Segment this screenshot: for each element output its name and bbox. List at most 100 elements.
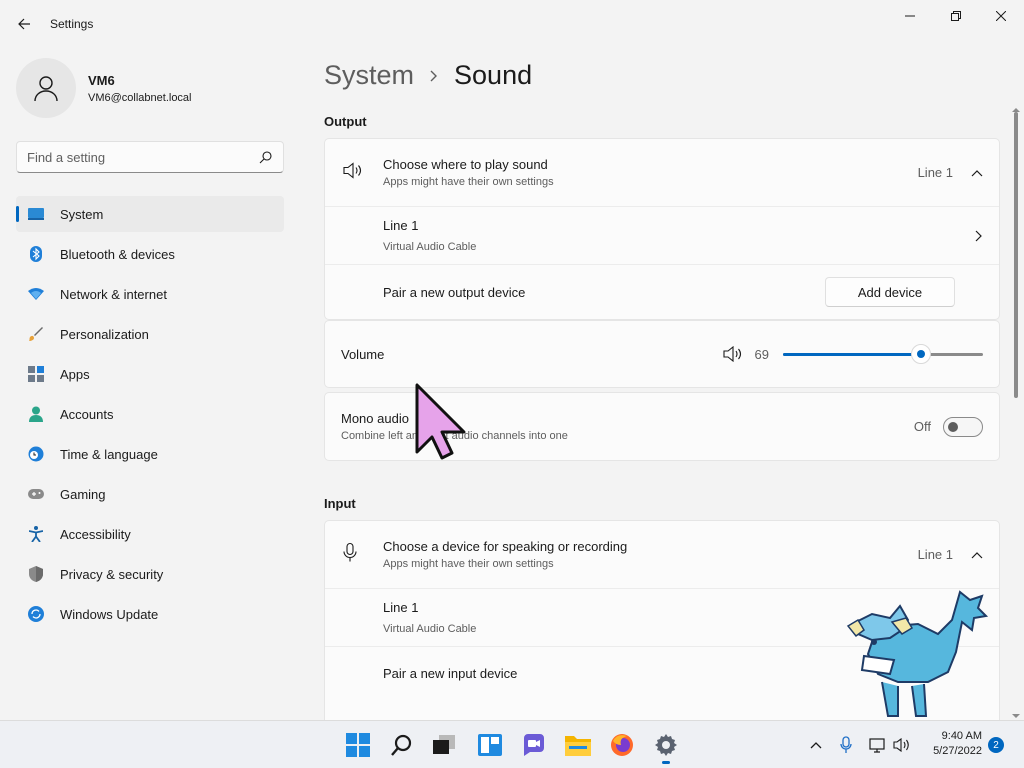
sidebar-item-label: Accounts	[60, 406, 114, 422]
sidebar-item-privacy[interactable]: Privacy & security	[16, 556, 284, 592]
sidebar-item-windows-update[interactable]: Windows Update	[16, 596, 284, 632]
add-device-button[interactable]: Add device	[825, 277, 955, 307]
volume-label: Volume	[341, 346, 385, 362]
shield-icon	[28, 566, 44, 582]
sidebar-item-accessibility[interactable]: Accessibility	[16, 516, 284, 552]
sidebar-item-label: Privacy & security	[60, 566, 164, 582]
sidebar-item-label: Apps	[60, 366, 90, 382]
minimize-icon	[905, 15, 915, 17]
sidebar-item-time-language[interactable]: Time & language	[16, 436, 284, 472]
mouse-cursor-icon	[414, 382, 468, 467]
accessibility-icon	[28, 526, 44, 542]
bluetooth-icon	[28, 246, 44, 262]
toggle-knob	[948, 421, 958, 432]
slider-fill	[783, 353, 921, 356]
scrollbar-thumb[interactable]	[1014, 112, 1018, 398]
slider-thumb[interactable]	[911, 344, 931, 364]
output-section-label: Output	[324, 114, 367, 129]
firefox-icon[interactable]	[606, 729, 638, 761]
sidebar: VM6 VM6@collabnet.local System Bluetooth…	[0, 48, 300, 720]
volume-icon[interactable]	[888, 729, 916, 761]
chat-icon[interactable]	[518, 729, 550, 761]
choose-input-row[interactable]: Choose a device for speaking or recordin…	[325, 521, 999, 589]
input-device-subtitle: Virtual Audio Cable	[383, 623, 477, 635]
restore-icon	[951, 11, 961, 21]
search-icon[interactable]	[386, 729, 418, 761]
speaker-icon	[343, 161, 363, 183]
search-box[interactable]	[16, 141, 284, 173]
wifi-icon	[28, 286, 44, 302]
chevron-right-icon	[975, 230, 983, 242]
sidebar-item-bluetooth[interactable]: Bluetooth & devices	[16, 236, 284, 272]
microphone-icon[interactable]	[832, 729, 860, 761]
pair-output-row: Pair a new output device Add device	[325, 265, 999, 319]
choose-output-title: Choose where to play sound	[383, 157, 548, 172]
choose-output-row[interactable]: Choose where to play sound Apps might ha…	[325, 139, 999, 207]
choose-input-title: Choose a device for speaking or recordin…	[383, 539, 628, 554]
input-device-value: Line 1	[917, 547, 953, 562]
close-icon	[996, 11, 1006, 21]
chevron-up-icon[interactable]	[802, 729, 830, 761]
sidebar-item-label: Personalization	[60, 326, 149, 342]
chevron-up-icon[interactable]	[971, 551, 983, 559]
sidebar-item-label: Accessibility	[60, 526, 131, 542]
output-device-value: Line 1	[917, 165, 953, 180]
clock-time: 9:40 AM	[941, 730, 982, 742]
profile-name: VM6	[88, 72, 115, 88]
sidebar-item-label: Windows Update	[60, 606, 159, 622]
output-device-name: Line 1	[383, 218, 419, 233]
sidebar-item-label: Bluetooth & devices	[60, 246, 175, 262]
widgets-icon[interactable]	[474, 729, 506, 761]
taskbar: 9:40 AM 5/27/2022 2	[0, 720, 1024, 768]
app-title: Settings	[50, 17, 94, 31]
sidebar-item-accounts[interactable]: Accounts	[16, 396, 284, 432]
minimize-button[interactable]	[887, 0, 933, 32]
search-icon[interactable]	[259, 150, 273, 169]
notification-badge[interactable]: 2	[988, 737, 1004, 753]
sidebar-item-personalization[interactable]: Personalization	[16, 316, 284, 352]
back-arrow-icon	[18, 18, 30, 30]
sidebar-item-network[interactable]: Network & internet	[16, 276, 284, 312]
volume-speaker-icon[interactable]	[722, 346, 743, 362]
mono-audio-state: Off	[913, 419, 931, 434]
sidebar-item-label: Gaming	[60, 486, 106, 502]
sidebar-item-apps[interactable]: Apps	[16, 356, 284, 392]
mono-audio-toggle[interactable]	[943, 416, 983, 437]
volume-slider[interactable]	[783, 344, 983, 364]
choose-input-subtitle: Apps might have their own settings	[383, 558, 554, 570]
task-view-icon[interactable]	[428, 729, 460, 761]
sidebar-item-label: Network & internet	[60, 286, 167, 302]
clock-globe-icon	[28, 446, 44, 462]
brush-icon	[28, 326, 44, 342]
update-icon	[28, 606, 44, 622]
sidebar-item-gaming[interactable]: Gaming	[16, 476, 284, 512]
sidebar-item-label: Time & language	[60, 446, 158, 462]
search-input[interactable]	[17, 142, 247, 172]
clock[interactable]: 9:40 AM 5/27/2022	[920, 729, 982, 759]
person-icon	[28, 406, 44, 422]
breadcrumb: System Sound	[324, 60, 532, 91]
output-device-row[interactable]: Line 1 Virtual Audio Cable	[325, 207, 999, 265]
settings-icon[interactable]	[650, 729, 682, 764]
profile-email: VM6@collabnet.local	[88, 91, 192, 104]
nav-list: System Bluetooth & devices Network & int…	[16, 196, 284, 636]
chevron-up-icon[interactable]	[971, 169, 983, 177]
apps-icon	[28, 366, 44, 382]
close-button[interactable]	[978, 0, 1024, 32]
title-bar: Settings	[0, 0, 1024, 48]
pair-output-label: Pair a new output device	[383, 284, 526, 300]
input-device-name: Line 1	[383, 600, 419, 615]
microphone-icon	[343, 542, 357, 567]
clock-date: 5/27/2022	[933, 745, 982, 757]
start-icon[interactable]	[342, 729, 374, 761]
profile[interactable]: VM6 VM6@collabnet.local	[16, 58, 192, 118]
choose-output-subtitle: Apps might have their own settings	[383, 176, 554, 188]
maximize-button[interactable]	[933, 0, 979, 32]
monitor-icon	[28, 206, 44, 222]
back-button[interactable]	[10, 10, 38, 38]
pair-input-label: Pair a new input device	[383, 665, 518, 681]
input-section-label: Input	[324, 496, 356, 511]
breadcrumb-parent[interactable]: System	[324, 60, 414, 91]
sidebar-item-system[interactable]: System	[16, 196, 284, 232]
file-explorer-icon[interactable]	[562, 729, 594, 761]
